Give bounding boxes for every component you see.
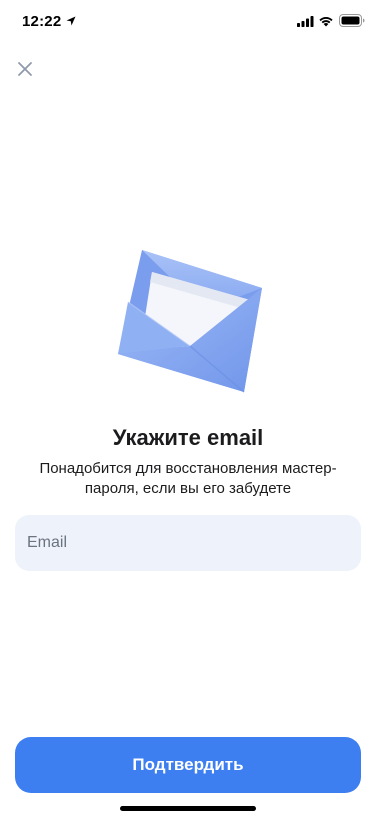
cellular-signal-icon <box>297 16 314 27</box>
home-indicator <box>120 806 256 811</box>
battery-icon <box>339 14 365 27</box>
subtitle-line-1: Понадобится для восстановления мастер- <box>39 460 337 477</box>
confirm-button[interactable]: Подтвердить <box>15 737 361 793</box>
location-arrow-icon <box>66 16 76 26</box>
page-subtitle: Понадобится для восстановления мастер- п… <box>24 459 352 499</box>
email-field[interactable] <box>15 515 361 571</box>
status-time: 12:22 <box>22 13 62 30</box>
page-title: Укажите email <box>112 425 264 450</box>
close-button[interactable] <box>12 56 38 82</box>
status-bar: 12:22 <box>0 0 376 44</box>
subtitle-line-2: пароля, если вы его забудете <box>84 480 292 497</box>
envelope-illustration <box>118 250 262 393</box>
close-icon <box>18 62 32 76</box>
wifi-icon <box>319 17 333 27</box>
